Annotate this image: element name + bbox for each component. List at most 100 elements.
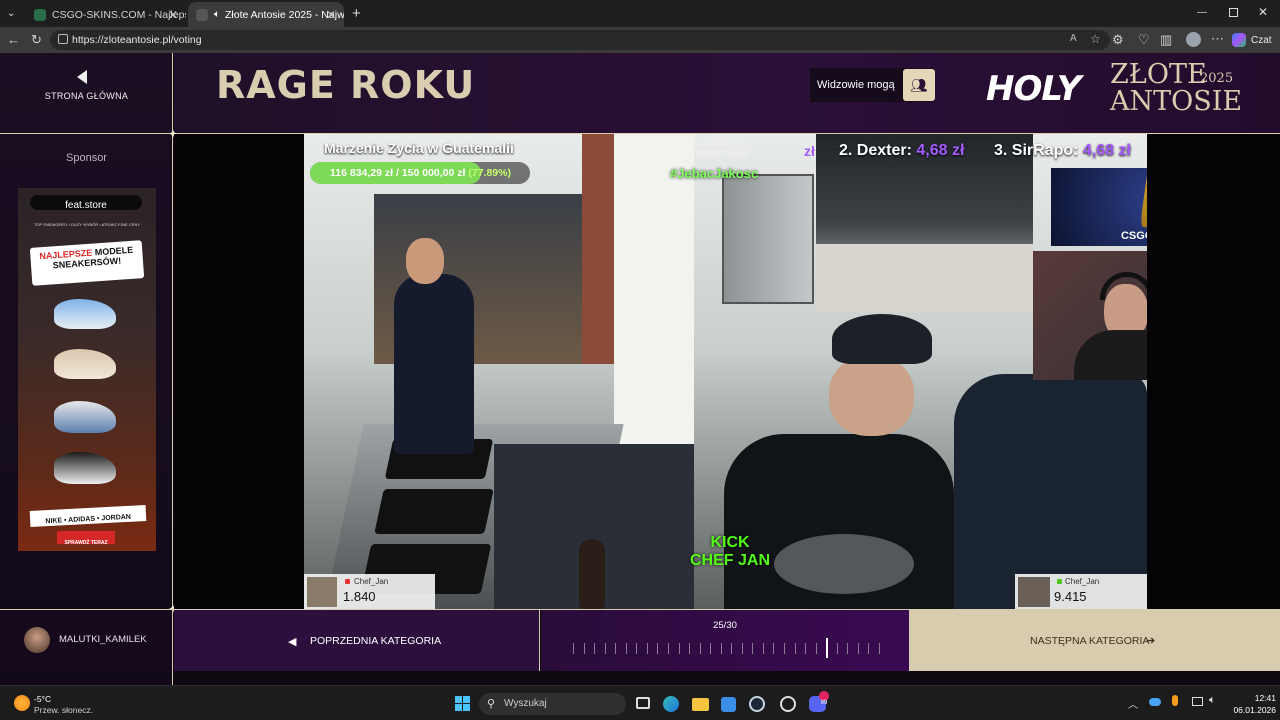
next-category-button[interactable]: NASTĘPNA KATEGORIA ➔ <box>909 610 1280 671</box>
progress-tick <box>594 643 595 654</box>
edge-icon[interactable] <box>663 696 679 712</box>
store-icon[interactable] <box>721 697 736 712</box>
display-icon[interactable] <box>1192 697 1203 706</box>
tab-zlote-antosie[interactable]: 🔈︎ Złote Antosie 2025 - Najwięk ✕ <box>188 2 344 27</box>
progress-tick <box>868 643 869 654</box>
speaker-icon[interactable]: 🔈︎ <box>214 9 220 20</box>
user-section[interactable]: MALUTKI_KAMILEK <box>0 610 173 671</box>
page-header: RAGE ROKU Widzowie mogą 👥︎ HOLY ZŁOTE 20… <box>174 53 1280 134</box>
site-info-icon[interactable] <box>58 34 68 44</box>
progress-tick <box>615 643 616 654</box>
task-view-icon[interactable] <box>636 697 650 709</box>
weather-icon[interactable] <box>14 695 30 711</box>
viewer-left-dot-icon <box>345 579 350 584</box>
restore-icon[interactable] <box>1229 8 1238 17</box>
discord-badge: 99 <box>819 691 829 706</box>
viewer-count-right: Chef_Jan 9.415 <box>1015 574 1147 609</box>
leaderboard-3: 3. SirRapo: 4,68 zł <box>994 142 1131 160</box>
sneaker-image <box>54 349 116 379</box>
more-options-icon[interactable]: ⋯ <box>1211 32 1224 46</box>
ad-tagline: TOP SNEAKERSY • DUŻY WYBÓR • ATRAKCYJNE … <box>33 222 140 227</box>
tray-overflow-icon[interactable]: ︿ <box>1128 696 1138 711</box>
windows-taskbar: -5°C Przew. słonecz. ⚲ Wyszukaj 99 ︿ 🔈︎ … <box>0 685 1280 720</box>
discord-badge-count: 99 <box>820 700 828 706</box>
tab-list-chevron-icon[interactable]: ⌄ <box>7 8 19 20</box>
category-navigation-bar: MALUTKI_KAMILEK ◀︎ POPRZEDNIA KATEGORIA … <box>0 609 1280 671</box>
sponsor-ad-banner[interactable]: feat.store TOP SNEAKERSY • DUŻY WYBÓR • … <box>18 188 156 551</box>
copilot-button[interactable]: Czat <box>1232 31 1272 49</box>
progress-tick <box>668 643 669 654</box>
tab-title: CSGO-SKINS.COM - Najlepsze Skin <box>52 8 186 21</box>
chef-left-body <box>394 274 474 454</box>
viewer-left-thumb <box>307 577 337 607</box>
app-icon[interactable] <box>780 696 796 712</box>
onedrive-icon[interactable] <box>1149 698 1161 706</box>
copilot-icon <box>1232 33 1246 47</box>
ad-cta-button[interactable]: SPRAWDŹ TERAZ <box>57 531 115 546</box>
close-tab-icon[interactable]: ✕ <box>168 8 178 22</box>
favorite-star-icon[interactable]: ☆ <box>1090 32 1101 46</box>
clock-date[interactable]: 06.01.2026 <box>1224 705 1276 715</box>
address-field[interactable]: https://zloteantosie.pl/voting A ☆ <box>50 30 1110 50</box>
ad-brands-strip: NIKE • ADIDAS • JORDAN <box>29 504 147 528</box>
viewer-count-left: Chef_Jan 1.840 <box>304 574 435 609</box>
progress-tick <box>773 643 774 654</box>
progress-tick <box>626 643 627 654</box>
progress-tick <box>837 643 838 654</box>
sneaker-image <box>54 452 116 484</box>
new-tab-icon[interactable]: + <box>352 5 361 22</box>
file-explorer-icon[interactable] <box>692 698 709 711</box>
browser-essentials-icon[interactable]: ♡ <box>1138 33 1150 47</box>
home-arrow-icon <box>77 70 87 84</box>
progress-tick-current <box>826 638 828 658</box>
progress-tick <box>636 643 637 654</box>
next-arrow-icon: ➔ <box>1146 635 1156 647</box>
ad-cta: SPRAWDŹ TERAZ <box>64 540 108 546</box>
hashtag-overlay: #JebacJakosc <box>670 166 759 181</box>
viewer-right-thumb <box>1018 577 1050 607</box>
kick-overlay: KICK CHEF JAN <box>670 534 790 570</box>
close-tab-icon[interactable]: ✕ <box>326 8 336 22</box>
progress-tick <box>879 643 880 654</box>
sneaker-image <box>54 299 116 329</box>
start-windows-icon[interactable] <box>455 696 470 711</box>
stream-video[interactable]: CSGO SKINS Marzenie Zycia w Guatemalii 1… <box>304 134 1147 609</box>
progress-tick <box>847 643 848 654</box>
read-aloud-icon[interactable]: A <box>1070 33 1077 44</box>
home-link[interactable]: STRONA GŁÓWNA <box>0 53 173 134</box>
goal-percent: (77.89%) <box>468 167 511 179</box>
profile-avatar[interactable] <box>1186 32 1201 47</box>
viewers-group-icon: 👥︎ <box>902 69 935 101</box>
previous-category-button[interactable]: ◀︎ POPRZEDNIA KATEGORIA <box>174 610 540 671</box>
ad-brand-pill: feat.store <box>30 195 142 211</box>
weather-temp: -5°C <box>34 694 52 704</box>
progress-text: 25/30 <box>713 620 737 631</box>
leader-2-amount: 4,68 zł <box>916 142 965 159</box>
logo-antosie: ANTOSIE <box>1110 86 1243 117</box>
microphone-icon[interactable] <box>1172 695 1178 706</box>
induction-plate <box>374 489 494 534</box>
clock-time[interactable]: 12:41 <box>1240 693 1276 703</box>
category-progress: 25/30 <box>541 610 909 671</box>
chef-left-head <box>406 238 444 284</box>
kick-line-2: CHEF JAN <box>689 552 770 569</box>
back-icon[interactable]: ← <box>7 33 20 47</box>
steam-icon[interactable] <box>749 696 765 712</box>
volume-icon[interactable]: 🔈︎ <box>1209 694 1216 707</box>
refresh-icon[interactable]: ↻ <box>31 33 42 47</box>
close-window-icon[interactable]: ✕ <box>1258 5 1268 19</box>
search-placeholder: Wyszukaj <box>504 698 547 709</box>
kick-line-1: KICK <box>710 534 750 551</box>
browser-tab-bar: ⌄ CSGO-SKINS.COM - Najlepsze Skin ✕ 🔈︎ Z… <box>0 0 1280 27</box>
donation-goal-bar: 116 834,29 zł / 150 000,00 zł (77.89%) <box>310 162 530 184</box>
progress-ticks <box>573 638 880 658</box>
copilot-label: Czat <box>1251 34 1272 46</box>
progress-tick <box>689 643 690 654</box>
tab-csgo-skins[interactable]: CSGO-SKINS.COM - Najlepsze Skin ✕ <box>26 2 186 27</box>
viewers-label: Widzowie mogą <box>817 79 895 91</box>
taskbar-search[interactable]: ⚲ Wyszukaj <box>479 693 626 715</box>
extensions-icon[interactable]: ⚙ <box>1112 33 1124 47</box>
white-pillar <box>614 134 694 474</box>
minimize-icon[interactable]: — <box>1197 7 1207 18</box>
url-text: https://zloteantosie.pl/voting <box>72 34 202 46</box>
